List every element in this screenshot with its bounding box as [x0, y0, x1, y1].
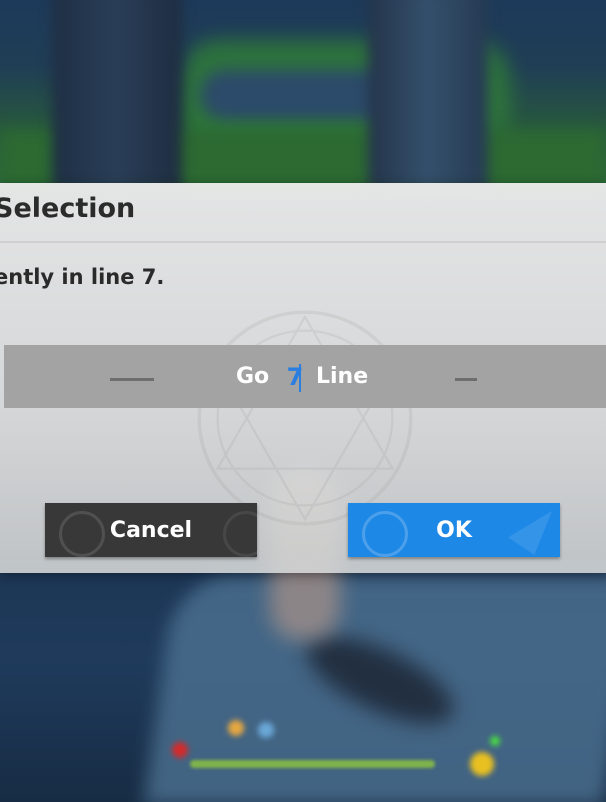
- hud-item-icon: [258, 722, 274, 738]
- cancel-button[interactable]: Cancel: [45, 503, 257, 557]
- hud-stamina-bar: [190, 760, 435, 768]
- goto-suffix-label: Line: [316, 364, 369, 389]
- background-tree-trunk: [52, 0, 182, 190]
- button-deco-icon: [59, 511, 105, 557]
- game-screen: Selection ently in line 7. Go Line Cance…: [0, 0, 606, 802]
- dialog-title: Selection: [0, 193, 136, 224]
- dialog-message: ently in line 7.: [0, 265, 165, 289]
- ok-button-label: OK: [436, 517, 472, 543]
- hud-health-icon: [172, 742, 188, 758]
- line-number-input[interactable]: [280, 360, 310, 394]
- text-caret: [299, 364, 301, 392]
- ok-button[interactable]: OK: [348, 503, 560, 557]
- background-tree-trunk: [368, 0, 488, 190]
- decrement-marker: [110, 378, 154, 381]
- hud-ready-indicator: [490, 736, 500, 746]
- button-deco-icon: [223, 511, 257, 557]
- dialog-header: Selection: [0, 183, 606, 243]
- button-deco-icon: [362, 511, 408, 557]
- hud-item-icon: [228, 720, 244, 736]
- hud-ability-icon: [470, 752, 494, 776]
- checkmark-emblem-icon: [197, 310, 413, 526]
- arrow-deco-icon: [508, 511, 552, 555]
- goto-prefix-label: Go: [236, 364, 270, 389]
- cancel-button-label: Cancel: [109, 517, 193, 543]
- increment-marker: [455, 378, 477, 381]
